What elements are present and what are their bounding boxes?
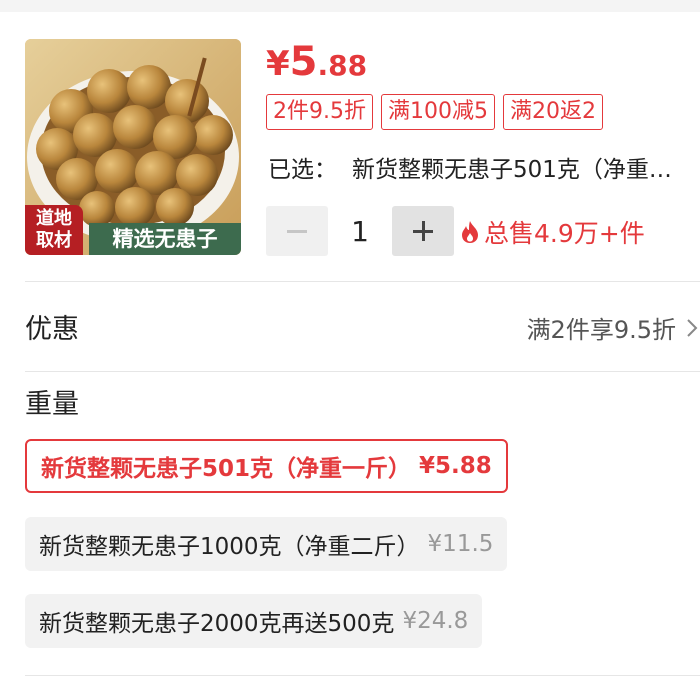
image-badge-left: 道地 取材: [25, 205, 83, 255]
option-name: 新货整颗无患子501克（净重一斤）: [41, 456, 412, 482]
price-decimal: .88: [317, 49, 368, 82]
image-badge-right: 精选无患子: [89, 223, 241, 255]
flame-icon: [462, 221, 478, 243]
weight-option-2000g[interactable]: 新货整颗无患子2000克再送500克 ¥24.8: [25, 594, 483, 648]
product-image: 道地 取材 精选无患子: [25, 39, 241, 255]
selected-variant: 已选： 新货整颗无患子501克（净重一斤）: [268, 150, 688, 184]
top-bar: [0, 0, 700, 12]
option-name: 新货整颗无患子1000克（净重二斤）: [39, 534, 420, 560]
promo-value: 满2件享9.5折: [526, 316, 676, 344]
decrease-button[interactable]: [266, 206, 328, 256]
promo-label: 优惠: [25, 314, 79, 345]
weight-option-501g[interactable]: 新货整颗无患子501克（净重一斤） ¥5.88: [25, 439, 508, 493]
option-name: 新货整颗无患子2000克再送500克: [39, 611, 395, 637]
divider: [25, 371, 700, 372]
option-price: ¥11.5: [427, 531, 494, 557]
total-sales: 总售4.9万+件: [460, 214, 645, 250]
price-currency: ¥: [266, 44, 290, 84]
product-price: ¥5.88: [266, 42, 367, 82]
promo-tag: 满100减5: [381, 94, 495, 130]
quantity-value[interactable]: 1: [328, 215, 392, 248]
option-price: ¥5.88: [419, 453, 492, 479]
chevron-right-icon: [687, 318, 698, 337]
divider: [25, 281, 700, 282]
promo-tags: 2件9.5折 满100减5 满20返2: [266, 94, 603, 130]
weight-label: 重量: [25, 389, 79, 420]
promo-tag: 2件9.5折: [266, 94, 373, 130]
increase-button[interactable]: [392, 206, 454, 256]
quantity-stepper: 1: [266, 206, 454, 256]
price-integer: 5: [289, 39, 318, 85]
promo-row[interactable]: 满2件享9.5折: [527, 310, 698, 345]
promo-tag: 满20返2: [503, 94, 603, 130]
option-price: ¥24.8: [402, 608, 469, 634]
sales-text: 总售4.9万+件: [484, 219, 645, 248]
plus-icon-vertical: [421, 221, 425, 241]
weight-option-1000g[interactable]: 新货整颗无患子1000克（净重二斤） ¥11.5: [25, 517, 508, 571]
minus-icon: [287, 229, 307, 233]
divider: [25, 675, 700, 676]
selected-label: 已选：: [268, 157, 337, 183]
selected-value: 新货整颗无患子501克（净重一斤）: [352, 157, 688, 183]
